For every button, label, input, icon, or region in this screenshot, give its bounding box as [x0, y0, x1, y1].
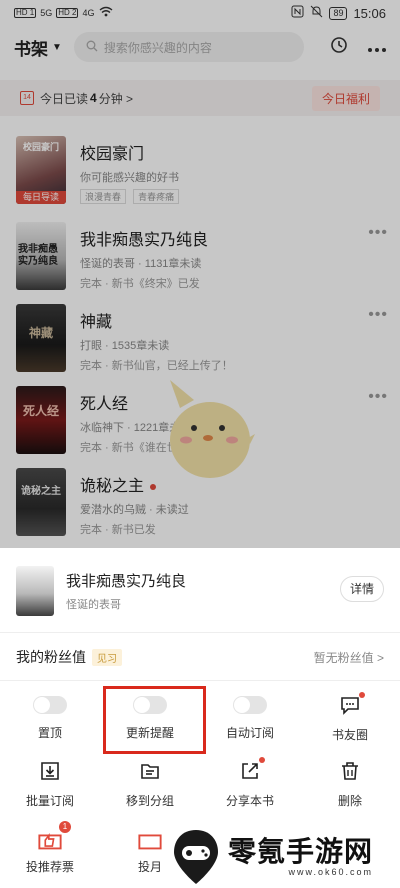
dim-overlay[interactable]: [0, 0, 400, 548]
toggle-switch[interactable]: [233, 696, 267, 714]
folder-icon: [139, 760, 161, 782]
sheet-book-author: 怪诞的表哥: [66, 599, 121, 611]
sheet-book-title: 我非痴愚实乃纯良: [66, 573, 187, 590]
auto-subscribe-toggle[interactable]: 自动订阅: [200, 686, 300, 748]
share-icon: [239, 757, 265, 782]
action-label: 投推荐票: [25, 860, 74, 874]
detail-button[interactable]: 详情: [340, 576, 384, 602]
recommend-count-badge: 1: [59, 821, 71, 833]
fans-label: 我的粉丝值: [16, 649, 86, 665]
fan-value-row[interactable]: 我的粉丝值 见习 暂无粉丝值 >: [16, 644, 384, 670]
download-box-icon: [39, 760, 61, 782]
watermark: 零氪手游网 www.ok60.com: [170, 826, 400, 888]
toggle-switch[interactable]: [33, 696, 67, 714]
highlight-box: [103, 686, 206, 754]
recommend-vote-button[interactable]: 1 投推荐票: [0, 818, 100, 880]
watermark-brand: 零氪手游网: [228, 836, 374, 867]
share-book-button[interactable]: 分享本书: [200, 752, 300, 814]
pin-to-top-toggle[interactable]: 置顶: [0, 686, 100, 748]
fans-value: 暂无粉丝值 >: [313, 650, 384, 665]
trash-icon: [339, 760, 361, 782]
monthly-ticket-icon: [137, 826, 163, 852]
divider: [0, 680, 400, 681]
action-label: 投月: [137, 860, 162, 874]
action-label: 批量订阅: [25, 794, 74, 808]
action-label: 自动订阅: [225, 726, 274, 740]
sheet-book-cover: [16, 566, 54, 616]
action-label: 分享本书: [225, 794, 274, 808]
chat-bubble-icon: [339, 692, 365, 716]
watermark-url: www.ok60.com: [288, 867, 374, 877]
notification-dot: [359, 692, 365, 698]
gamepad-pin-icon: [174, 830, 218, 884]
fans-level-badge: 见习: [92, 648, 122, 666]
thumbs-up-ticket-icon: 1: [37, 821, 71, 852]
action-label: 删除: [337, 794, 362, 808]
notification-dot: [259, 757, 265, 763]
batch-subscribe-button[interactable]: 批量订阅: [0, 752, 100, 814]
delete-button[interactable]: 删除: [300, 752, 400, 814]
move-to-group-button[interactable]: 移到分组: [100, 752, 200, 814]
action-label: 移到分组: [125, 794, 174, 808]
book-circle-button[interactable]: 书友圈: [300, 686, 400, 748]
action-label: 置顶: [37, 726, 62, 740]
action-label: 书友圈: [331, 728, 368, 742]
divider: [0, 632, 400, 633]
